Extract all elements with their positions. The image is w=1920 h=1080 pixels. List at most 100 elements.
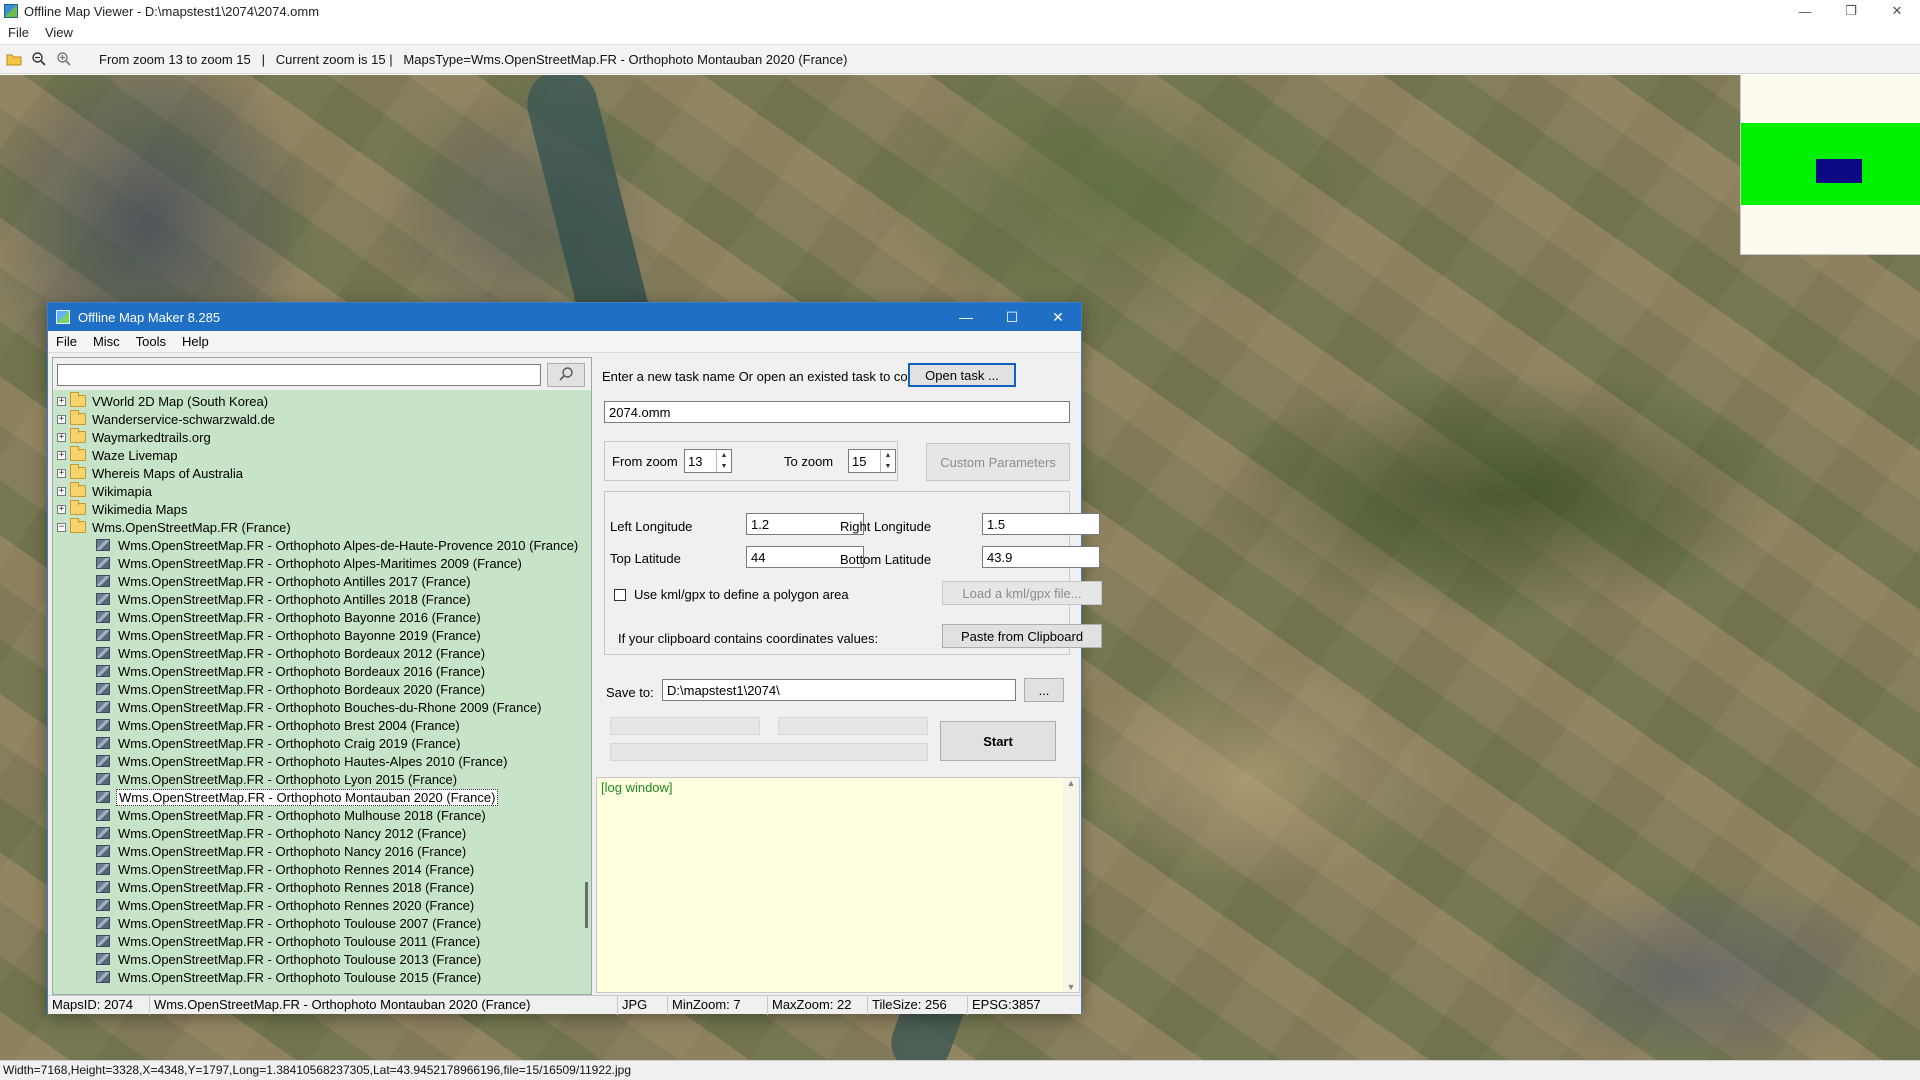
progress-bar-2 <box>778 717 928 735</box>
task-panel: Enter a new task name Or open an existed… <box>596 357 1102 995</box>
tree-folder-item[interactable]: + Wikimedia Maps <box>53 500 189 518</box>
tree-folder-item[interactable]: + Waymarkedtrails.org <box>53 428 213 446</box>
collapse-icon[interactable]: − <box>57 522 66 532</box>
scroll-down-icon[interactable]: ▼ <box>1063 982 1079 992</box>
tree-map-item[interactable]: Wms.OpenStreetMap.FR - Orthophoto Toulou… <box>53 950 483 968</box>
overview-minimap[interactable] <box>1740 75 1920 255</box>
maker-menu-misc[interactable]: Misc <box>85 334 128 349</box>
tree-folder-item[interactable]: + VWorld 2D Map (South Korea) <box>53 392 270 410</box>
tree-item-label: Wms.OpenStreetMap.FR - Orthophoto Bordea… <box>118 663 486 679</box>
tree-item-label: Wanderservice-schwarzwald.de <box>92 411 276 427</box>
from-zoom-spinner[interactable]: 13 ▲ ▼ <box>684 449 732 473</box>
tree-map-item[interactable]: Wms.OpenStreetMap.FR - Orthophoto Antill… <box>53 590 473 608</box>
tree-map-item[interactable]: Wms.OpenStreetMap.FR - Orthophoto Craig … <box>53 734 462 752</box>
maker-menu-help[interactable]: Help <box>174 334 217 349</box>
tree-map-item[interactable]: Wms.OpenStreetMap.FR - Orthophoto Alpes-… <box>53 554 524 572</box>
tree-map-item[interactable]: Wms.OpenStreetMap.FR - Orthophoto Montau… <box>53 788 499 806</box>
bottom-latitude-input[interactable] <box>982 546 1100 568</box>
search-button[interactable] <box>547 363 585 387</box>
tree-folder-item[interactable]: + Wikimapia <box>53 482 154 500</box>
tree-map-item[interactable]: Wms.OpenStreetMap.FR - Orthophoto Bordea… <box>53 662 487 680</box>
zoom-out-icon[interactable] <box>28 48 50 70</box>
start-button[interactable]: Start <box>940 721 1056 761</box>
maker-minimize-button[interactable]: — <box>943 303 989 331</box>
tree-map-item[interactable]: Wms.OpenStreetMap.FR - Orthophoto Nancy … <box>53 824 468 842</box>
kml-polygon-checkbox[interactable] <box>614 589 626 601</box>
expand-icon[interactable]: + <box>57 396 66 406</box>
right-longitude-input[interactable] <box>982 513 1100 535</box>
spin-down-icon[interactable]: ▼ <box>717 461 731 472</box>
map-icon <box>96 737 110 749</box>
tree-map-item[interactable]: Wms.OpenStreetMap.FR - Orthophoto Bayonn… <box>53 608 483 626</box>
tree-map-item[interactable]: Wms.OpenStreetMap.FR - Orthophoto Bouche… <box>53 698 543 716</box>
spin-down-icon[interactable]: ▼ <box>881 461 895 472</box>
tree-map-item[interactable]: Wms.OpenStreetMap.FR - Orthophoto Rennes… <box>53 860 476 878</box>
tree-map-item[interactable]: Wms.OpenStreetMap.FR - Orthophoto Bordea… <box>53 644 487 662</box>
expand-icon[interactable]: + <box>57 414 66 424</box>
tree-folder-item[interactable]: + Wanderservice-schwarzwald.de <box>53 410 277 428</box>
custom-parameters-button[interactable]: Custom Parameters <box>926 443 1070 481</box>
tree-folder-item[interactable]: + Whereis Maps of Australia <box>53 464 245 482</box>
tree-scrollbar-thumb[interactable] <box>585 882 588 928</box>
bottom-latitude-label: Bottom Latitude <box>840 552 932 567</box>
maker-close-button[interactable]: ✕ <box>1035 303 1081 331</box>
tree-folder-item[interactable]: + Waze Livemap <box>53 446 180 464</box>
tree-map-item[interactable]: Wms.OpenStreetMap.FR - Orthophoto Mulhou… <box>53 806 488 824</box>
paste-clipboard-button[interactable]: Paste from Clipboard <box>942 624 1102 648</box>
open-task-button[interactable]: Open task ... <box>908 363 1016 387</box>
expand-icon[interactable]: + <box>57 468 66 478</box>
save-path-input[interactable] <box>662 679 1016 701</box>
tree-map-item[interactable]: Wms.OpenStreetMap.FR - Orthophoto Nancy … <box>53 842 468 860</box>
task-name-input[interactable] <box>604 401 1070 423</box>
expand-icon[interactable]: + <box>57 450 66 460</box>
close-button[interactable]: ✕ <box>1874 0 1920 22</box>
maker-maximize-button[interactable]: ☐ <box>989 303 1035 331</box>
to-zoom-spinner[interactable]: 15 ▲ ▼ <box>848 449 896 473</box>
map-icon <box>96 755 110 767</box>
maker-menu-tools[interactable]: Tools <box>128 334 174 349</box>
status-epsg: EPSG:3857 <box>972 997 1041 1012</box>
tree-map-item[interactable]: Wms.OpenStreetMap.FR - Orthophoto Bayonn… <box>53 626 483 644</box>
expand-icon[interactable]: + <box>57 504 66 514</box>
tree-item-label: Wikimedia Maps <box>92 501 188 517</box>
browse-button[interactable]: ... <box>1024 678 1064 702</box>
tree-map-item[interactable]: Wms.OpenStreetMap.FR - Orthophoto Bordea… <box>53 680 487 698</box>
tree-map-item[interactable]: Wms.OpenStreetMap.FR - Orthophoto Toulou… <box>53 914 483 932</box>
expand-icon[interactable]: + <box>57 432 66 442</box>
folder-icon <box>70 500 86 515</box>
log-scrollbar[interactable]: ▲ ▼ <box>1063 778 1079 992</box>
status-maps-name: Wms.OpenStreetMap.FR - Orthophoto Montau… <box>150 996 618 1015</box>
tree-folder-item[interactable]: − Wms.OpenStreetMap.FR (France) <box>53 518 293 536</box>
log-window[interactable]: [log window] ▲ ▼ <box>596 777 1080 993</box>
menu-view[interactable]: View <box>37 25 81 40</box>
restore-button[interactable]: ❐ <box>1828 0 1874 22</box>
to-zoom-value: 15 <box>852 454 867 469</box>
tree-map-item[interactable]: Wms.OpenStreetMap.FR - Orthophoto Rennes… <box>53 878 476 896</box>
map-icon <box>96 539 110 551</box>
zoom-in-icon[interactable] <box>53 48 75 70</box>
spin-up-icon[interactable]: ▲ <box>881 450 895 461</box>
spin-up-icon[interactable]: ▲ <box>717 450 731 461</box>
load-kml-button[interactable]: Load a kml/gpx file... <box>942 581 1102 605</box>
maker-menu-file[interactable]: File <box>48 334 85 349</box>
overview-current-view <box>1816 159 1862 183</box>
minimize-button[interactable]: — <box>1782 0 1828 22</box>
map-icon <box>96 647 110 659</box>
tree-scrollbar[interactable] <box>583 392 591 994</box>
tree-map-item[interactable]: Wms.OpenStreetMap.FR - Orthophoto Hautes… <box>53 752 509 770</box>
tree-map-item[interactable]: Wms.OpenStreetMap.FR - Orthophoto Toulou… <box>53 968 483 986</box>
scroll-up-icon[interactable]: ▲ <box>1063 778 1079 788</box>
folder-icon <box>70 518 86 533</box>
tree-map-item[interactable]: Wms.OpenStreetMap.FR - Orthophoto Alpes-… <box>53 536 580 554</box>
menu-file[interactable]: File <box>0 25 37 40</box>
tree-map-item[interactable]: Wms.OpenStreetMap.FR - Orthophoto Rennes… <box>53 896 476 914</box>
maker-app-icon <box>56 310 70 324</box>
maps-search-input[interactable] <box>57 364 541 386</box>
tree-map-item[interactable]: Wms.OpenStreetMap.FR - Orthophoto Antill… <box>53 572 473 590</box>
tree-map-item[interactable]: Wms.OpenStreetMap.FR - Orthophoto Lyon 2… <box>53 770 459 788</box>
folder-icon <box>70 482 86 497</box>
tree-map-item[interactable]: Wms.OpenStreetMap.FR - Orthophoto Toulou… <box>53 932 482 950</box>
expand-icon[interactable]: + <box>57 486 66 496</box>
tree-map-item[interactable]: Wms.OpenStreetMap.FR - Orthophoto Brest … <box>53 716 462 734</box>
open-folder-icon[interactable] <box>3 48 25 70</box>
